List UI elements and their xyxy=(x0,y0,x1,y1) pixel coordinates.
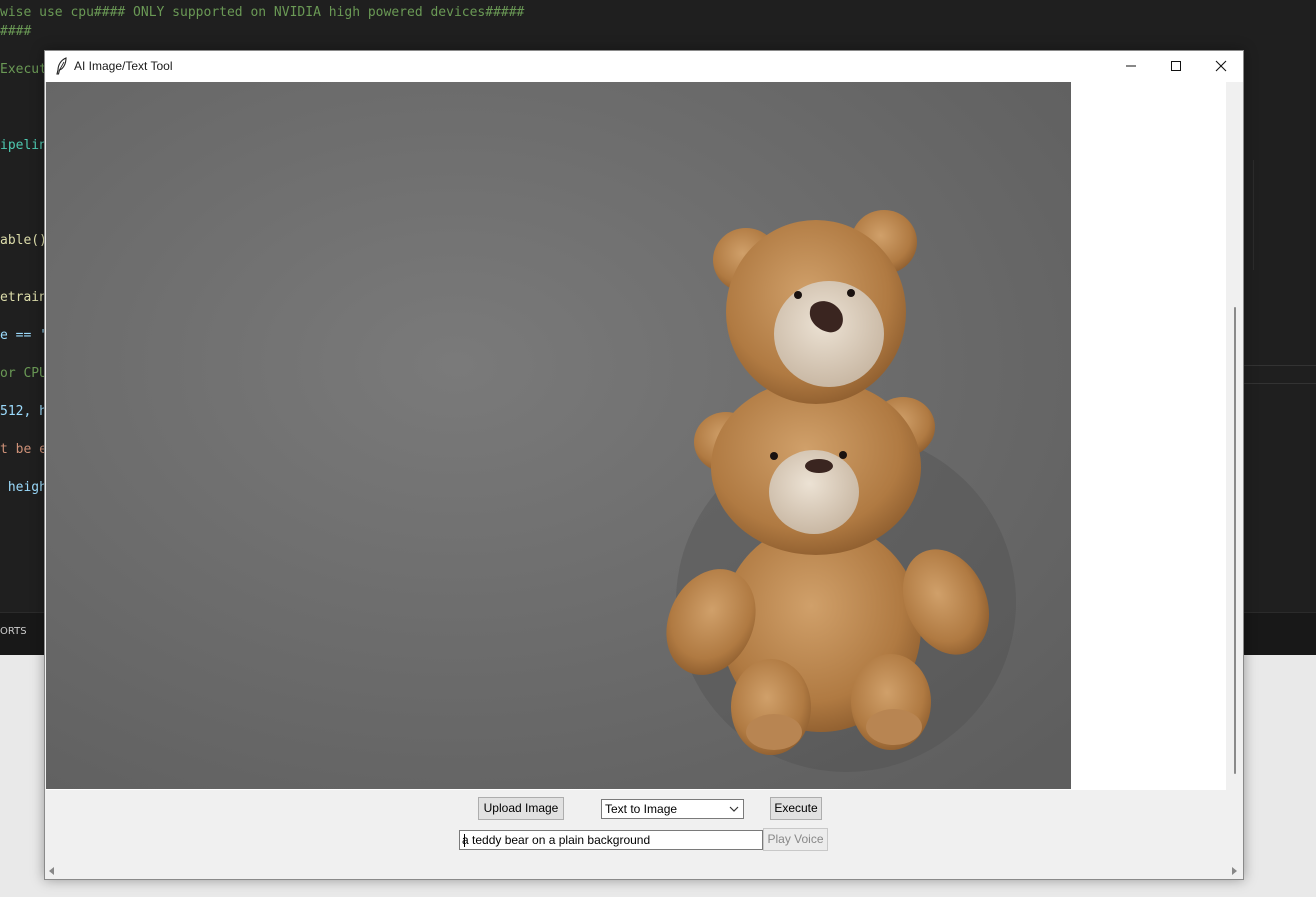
title-bar[interactable]: AI Image/Text Tool xyxy=(45,51,1243,82)
chevron-down-icon xyxy=(729,806,739,812)
mode-select[interactable]: Text to Image xyxy=(601,799,744,819)
prompt-input-value: a teddy bear on a plain background xyxy=(462,833,651,847)
maximize-icon xyxy=(1171,61,1181,71)
code-line: wise use cpu#### ONLY supported on NVIDI… xyxy=(0,5,525,20)
code-line: heigh xyxy=(0,480,47,495)
code-line: Execut xyxy=(0,62,47,77)
code-line: able() xyxy=(0,233,47,248)
editor-divider xyxy=(1244,365,1316,366)
editor-divider xyxy=(1244,383,1316,384)
close-icon xyxy=(1215,60,1227,72)
code-line: 512, h xyxy=(0,404,47,419)
panel-tab-label[interactable]: ORTS xyxy=(0,626,27,637)
minimize-button[interactable] xyxy=(1108,51,1154,82)
horizontal-scrollbar[interactable] xyxy=(45,863,1243,879)
close-button[interactable] xyxy=(1198,51,1244,82)
execute-button[interactable]: Execute xyxy=(770,797,822,820)
mode-select-value: Text to Image xyxy=(605,802,678,816)
code-line: #### xyxy=(0,24,32,39)
code-line: etrain xyxy=(0,290,47,305)
app-window: AI Image/Text Tool Upload Image Text to … xyxy=(44,50,1244,880)
code-line: or CPU xyxy=(0,366,47,381)
generated-image xyxy=(46,82,1071,789)
scroll-left-icon[interactable] xyxy=(49,867,55,875)
maximize-button[interactable] xyxy=(1153,51,1199,82)
prompt-input[interactable]: a teddy bear on a plain background xyxy=(459,830,763,850)
scroll-right-icon[interactable] xyxy=(1232,867,1238,875)
minimize-icon xyxy=(1126,65,1136,67)
code-line: e == ' xyxy=(0,328,47,343)
text-caret xyxy=(464,834,465,847)
vertical-scrollbar-thumb[interactable] xyxy=(1234,307,1236,774)
window-title: AI Image/Text Tool xyxy=(74,59,173,73)
code-line: t be e xyxy=(0,442,47,457)
vertical-scrollbar[interactable] xyxy=(1226,82,1243,790)
teddy-bear-image xyxy=(46,82,1071,789)
feather-icon xyxy=(56,57,67,75)
play-voice-button[interactable]: Play Voice xyxy=(763,828,828,851)
code-line: ipelin xyxy=(0,138,47,153)
image-canvas xyxy=(46,82,1226,790)
indent-guide xyxy=(1253,160,1254,270)
upload-image-button[interactable]: Upload Image xyxy=(478,797,564,820)
